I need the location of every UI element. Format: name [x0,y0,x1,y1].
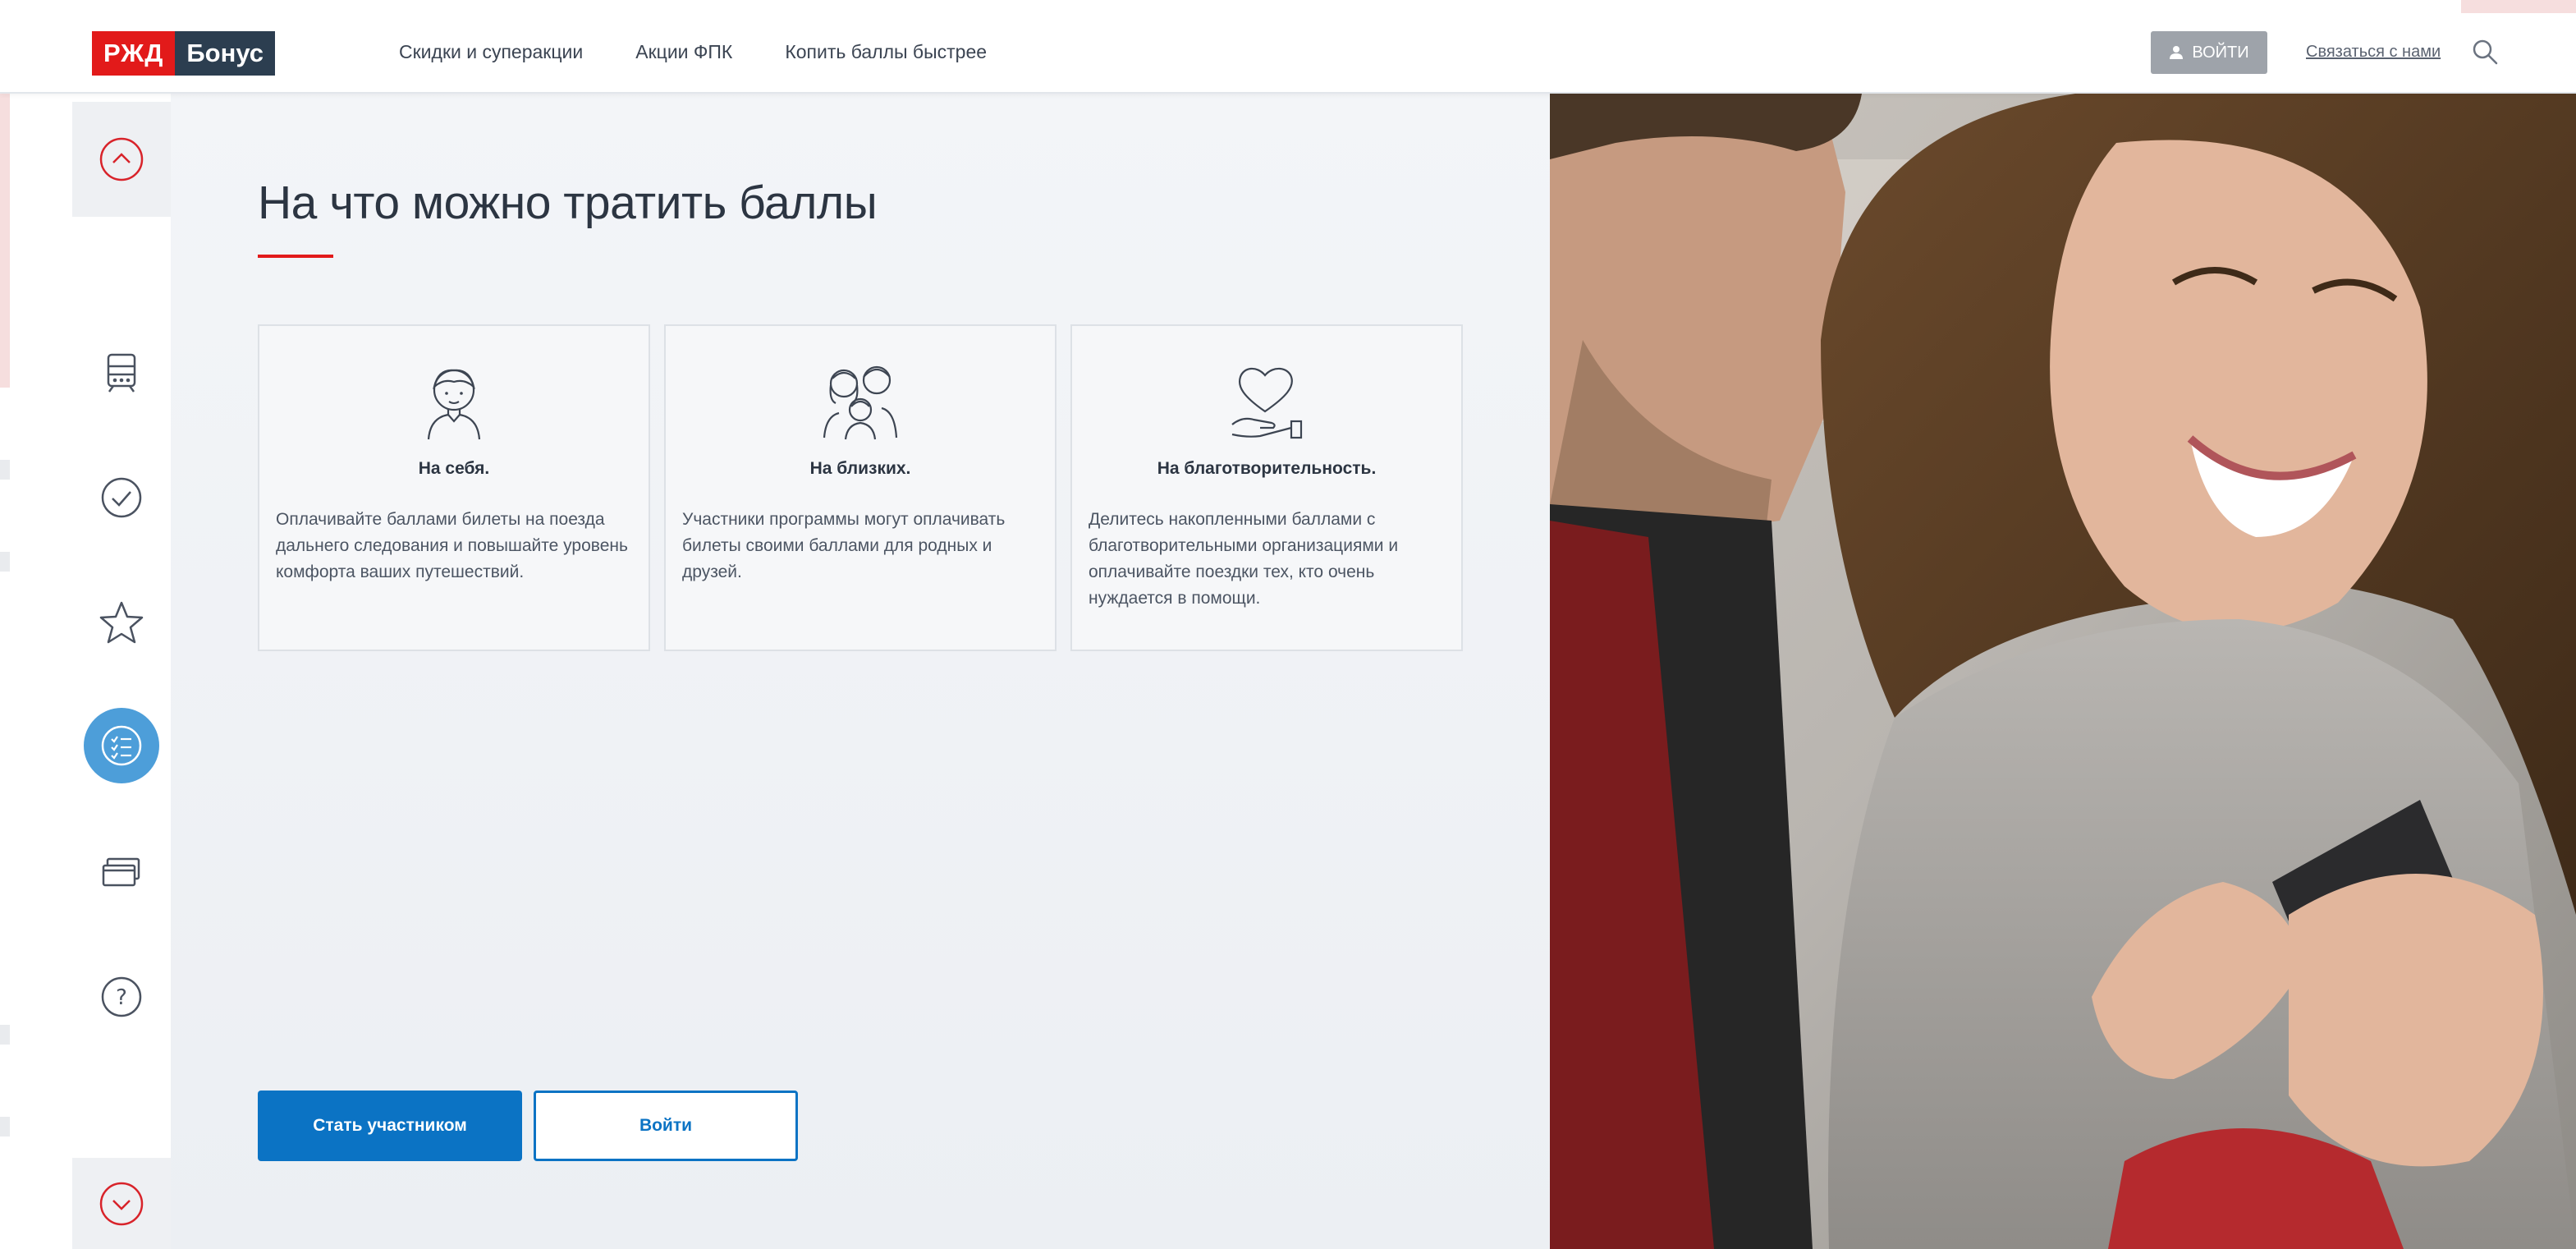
sidebar-active-indicator [84,708,159,783]
nav-discounts[interactable]: Скидки и суперакции [399,41,583,63]
logo-rzd: РЖД [92,31,176,76]
main-nav: Скидки и суперакции Акции ФПК Копить бал… [399,41,987,63]
star-icon [99,601,144,644]
sidebar-scroll-up[interactable] [72,102,171,217]
card-title: На себя. [418,459,490,478]
logo-bonus: Бонус [175,31,276,76]
cards-icon [102,857,140,887]
person-icon [427,369,481,440]
login-secondary-button[interactable]: Войти [534,1091,798,1161]
sidebar-item-favorites[interactable] [80,581,163,664]
sidebar: ? [72,94,171,1249]
list-icon [101,725,142,766]
site-header: РЖД Бонус Скидки и суперакции Акции ФПК … [0,0,2576,94]
card-title: На близких. [809,459,911,478]
train-icon [107,353,136,393]
sidebar-item-spend-points[interactable] [80,705,163,787]
login-label: Войти [2192,43,2249,62]
user-icon [2170,46,2184,59]
sidebar-item-help[interactable]: ? [80,956,163,1038]
card-text: Делитесь накопленными баллами с благотво… [1089,510,1399,608]
check-icon [101,477,142,518]
card-title: На благотворительность. [1157,459,1377,478]
nav-fpk-promos[interactable]: Акции ФПК [635,41,732,63]
sidebar-item-trains[interactable] [80,332,163,414]
family-icon [823,365,898,440]
card-for-family: На близких. Участники программы могут оп… [664,324,1057,651]
heart-hand-icon [1231,367,1303,439]
help-icon: ? [101,976,142,1017]
chevron-down-icon [99,1182,144,1225]
card-charity: На благотворительность. Делитесь накопле… [1070,324,1463,651]
sidebar-item-cards[interactable] [80,831,163,913]
main-content: На что можно тратить баллы На себя. Опла… [171,94,1550,1249]
logo[interactable]: РЖД Бонус [92,31,276,76]
svg-text:?: ? [116,985,127,1010]
title-underline [258,255,333,258]
chevron-up-icon [99,137,144,181]
login-button[interactable]: Войти [2151,31,2267,74]
sidebar-scroll-down[interactable] [72,1158,171,1249]
edge-decoration [0,92,10,388]
search-icon[interactable] [2471,38,2499,66]
contact-link[interactable]: Связаться с нами [2306,43,2441,62]
sidebar-item-check[interactable] [80,457,163,539]
corner-decoration [2461,0,2576,13]
page-title: На что можно тратить баллы [258,177,878,229]
become-member-button[interactable]: Стать участником [258,1091,522,1161]
hero-photo-illustration [1550,94,2576,1249]
nav-earn-faster[interactable]: Копить баллы быстрее [785,41,987,63]
card-text: Оплачивайте баллами билеты на поезда дал… [276,510,628,581]
card-text: Участники программы могут оплачивать бил… [682,510,1006,581]
hero-photo [1550,94,2576,1249]
card-for-self: На себя. Оплачивайте баллами билеты на п… [258,324,650,651]
